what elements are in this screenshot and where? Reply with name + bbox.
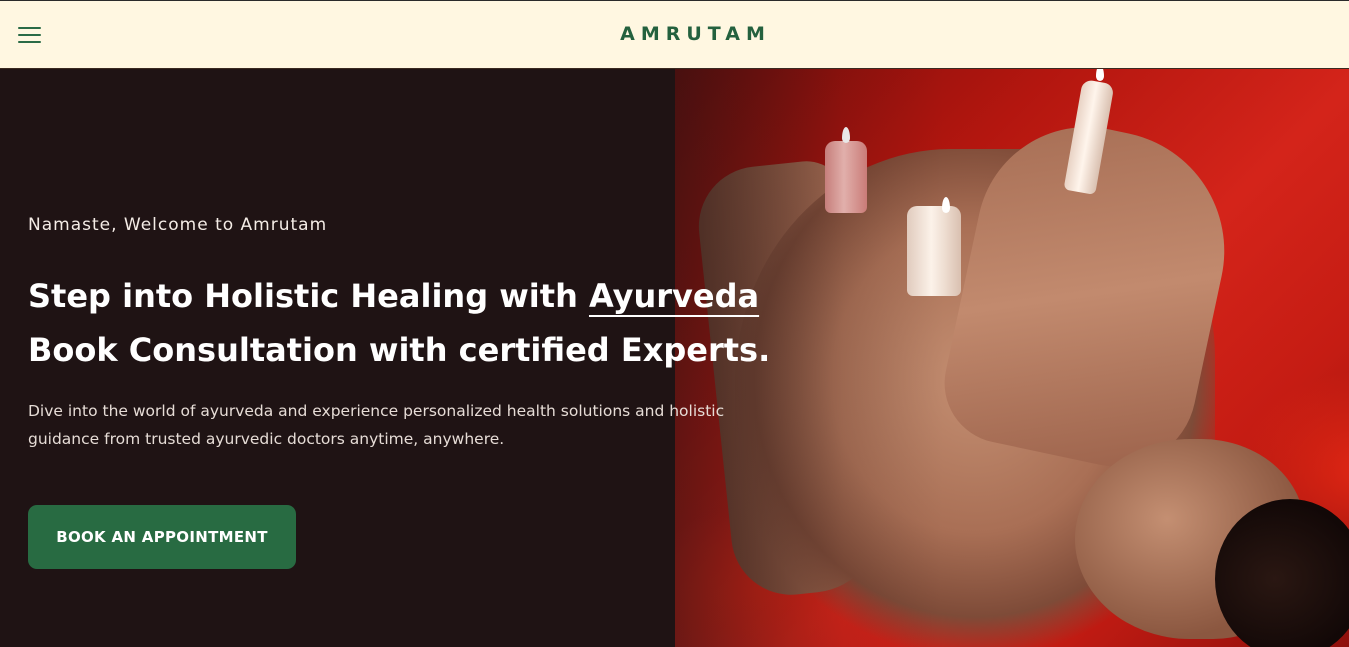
headline-text: Step into Holistic Healing with [28, 277, 589, 315]
hero-section: Namaste, Welcome to Amrutam Step into Ho… [0, 69, 1349, 647]
hero-headline: Step into Holistic Healing with Ayurveda… [28, 269, 788, 377]
headline-line-two: Book Consultation with certified Experts… [28, 331, 771, 369]
hero-greeting: Namaste, Welcome to Amrutam [28, 215, 328, 235]
book-appointment-button[interactable]: BOOK AN APPOINTMENT [28, 505, 296, 569]
headline-highlight: Ayurveda [588, 277, 760, 315]
top-navigation-bar: AMRUTAM [0, 0, 1349, 69]
brand-logo[interactable]: AMRUTAM [0, 23, 1349, 45]
hero-description: Dive into the world of ayurveda and expe… [28, 402, 725, 448]
